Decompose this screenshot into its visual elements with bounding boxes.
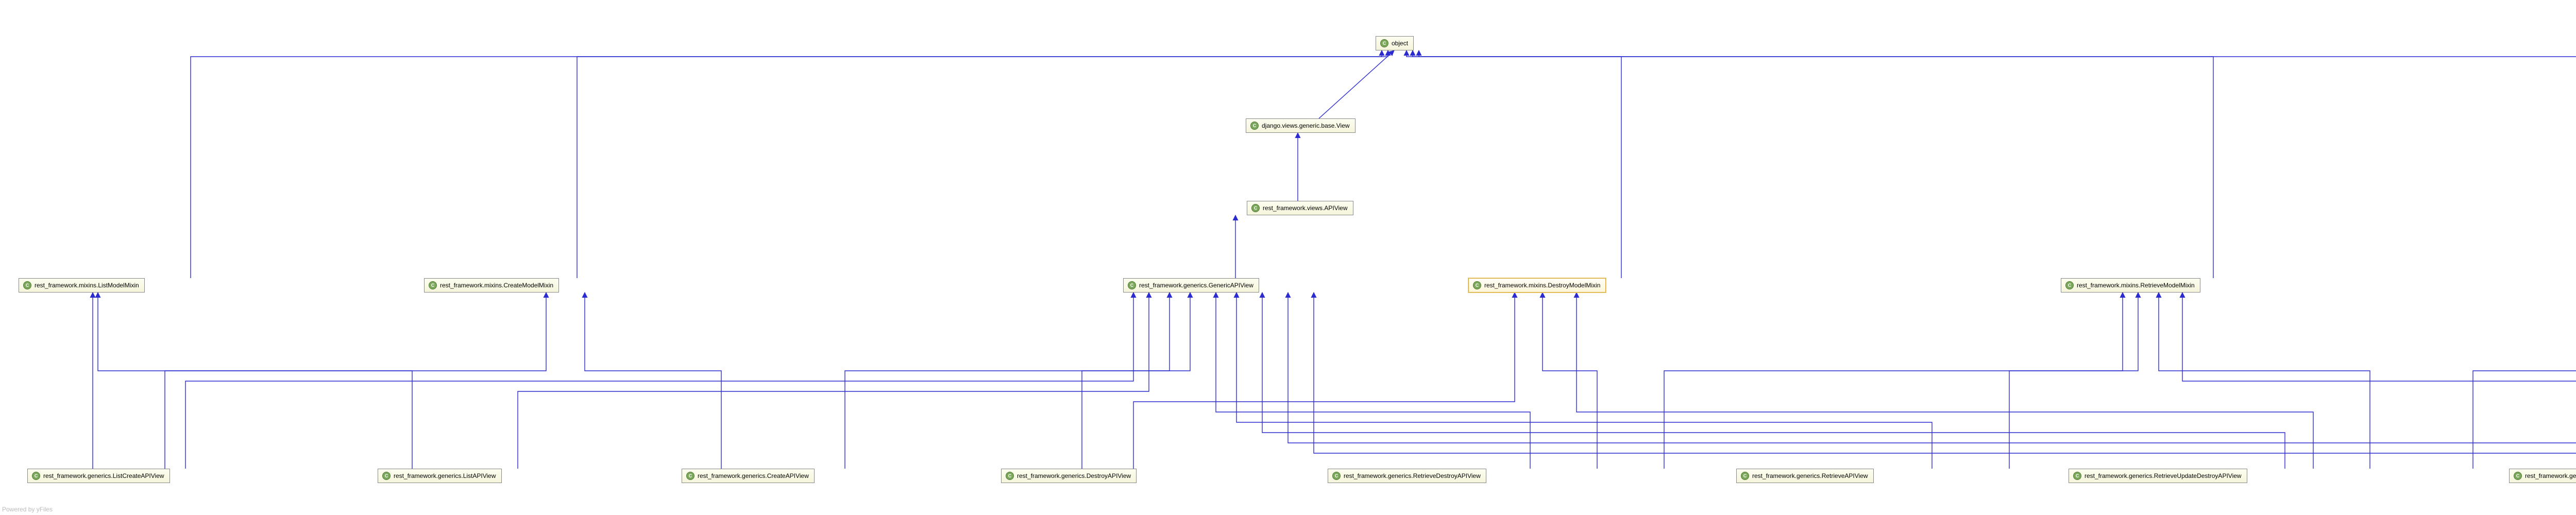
class-icon: C xyxy=(1473,281,1481,289)
node-apiview[interactable]: C rest_framework.views.APIView xyxy=(1247,201,1353,215)
class-icon: C xyxy=(2065,281,2074,289)
class-icon: C xyxy=(1380,39,1388,47)
node-label: django.views.generic.base.View xyxy=(1262,121,1350,131)
class-icon: C xyxy=(1006,472,1014,480)
node-label: rest_framework.generics.CreateAPIView xyxy=(698,471,809,481)
node-label: rest_framework.mixins.DestroyModelMixin xyxy=(1484,280,1600,290)
node-label: rest_framework.generics.RetrieveUpdateDe… xyxy=(2084,471,2242,481)
footer-credit: Powered by yFiles xyxy=(2,506,53,513)
node-label: rest_framework.generics.RetrieveUpdateAP… xyxy=(2525,471,2576,481)
node-destroyapiview[interactable]: C rest_framework.generics.DestroyAPIView xyxy=(1001,469,1137,483)
node-retrieveupdateapiview[interactable]: C rest_framework.generics.RetrieveUpdate… xyxy=(2509,469,2576,483)
node-createapiview[interactable]: C rest_framework.generics.CreateAPIView xyxy=(682,469,815,483)
node-label: rest_framework.mixins.CreateModelMixin xyxy=(440,280,553,290)
diagram-canvas: C object C django.views.generic.base.Vie… xyxy=(0,0,2576,515)
class-icon: C xyxy=(2514,472,2522,480)
node-label: object xyxy=(1392,38,1408,48)
node-createmodelmixin[interactable]: C rest_framework.mixins.CreateModelMixin xyxy=(424,278,559,293)
node-label: rest_framework.generics.DestroyAPIView xyxy=(1017,471,1131,481)
node-listmodelmixin[interactable]: C rest_framework.mixins.ListModelMixin xyxy=(19,278,145,293)
class-icon: C xyxy=(23,281,31,289)
class-icon: C xyxy=(32,472,40,480)
class-icon: C xyxy=(1250,122,1259,130)
arrows-layer xyxy=(0,0,2576,515)
node-label: rest_framework.generics.ListCreateAPIVie… xyxy=(43,471,164,481)
class-icon: C xyxy=(1251,204,1260,212)
node-retrieveapiview[interactable]: C rest_framework.generics.RetrieveAPIVie… xyxy=(1736,469,1874,483)
class-icon: C xyxy=(1332,472,1341,480)
class-icon: C xyxy=(2073,472,2081,480)
node-listcreateapiview[interactable]: C rest_framework.generics.ListCreateAPIV… xyxy=(27,469,170,483)
class-icon: C xyxy=(1128,281,1136,289)
node-label: rest_framework.generics.RetrieveDestroyA… xyxy=(1344,471,1481,481)
node-listapiview[interactable]: C rest_framework.generics.ListAPIView xyxy=(378,469,502,483)
node-genericapiview[interactable]: C rest_framework.generics.GenericAPIView xyxy=(1123,278,1259,293)
node-retrieveupdatedestroyapiview[interactable]: C rest_framework.generics.RetrieveUpdate… xyxy=(2069,469,2247,483)
node-label: rest_framework.mixins.ListModelMixin xyxy=(35,280,139,290)
footer-prefix: Powered by xyxy=(2,506,37,513)
node-label: rest_framework.generics.GenericAPIView xyxy=(1139,280,1253,290)
node-retrievemodelmixin[interactable]: C rest_framework.mixins.RetrieveModelMix… xyxy=(2061,278,2200,293)
footer-link[interactable]: yFiles xyxy=(37,506,53,513)
node-destroymodelmixin[interactable]: C rest_framework.mixins.DestroyModelMixi… xyxy=(1468,278,1606,293)
class-icon: C xyxy=(1741,472,1749,480)
class-icon: C xyxy=(686,472,694,480)
node-label: rest_framework.generics.ListAPIView xyxy=(394,471,496,481)
node-view[interactable]: C django.views.generic.base.View xyxy=(1246,118,1355,133)
node-object[interactable]: C object xyxy=(1376,36,1414,50)
node-retrievedestroyapiview[interactable]: C rest_framework.generics.RetrieveDestro… xyxy=(1328,469,1486,483)
node-label: rest_framework.mixins.RetrieveModelMixin xyxy=(2077,280,2195,290)
class-icon: C xyxy=(382,472,391,480)
node-label: rest_framework.views.APIView xyxy=(1263,203,1348,213)
class-icon: C xyxy=(429,281,437,289)
node-label: rest_framework.generics.RetrieveAPIView xyxy=(1752,471,1868,481)
